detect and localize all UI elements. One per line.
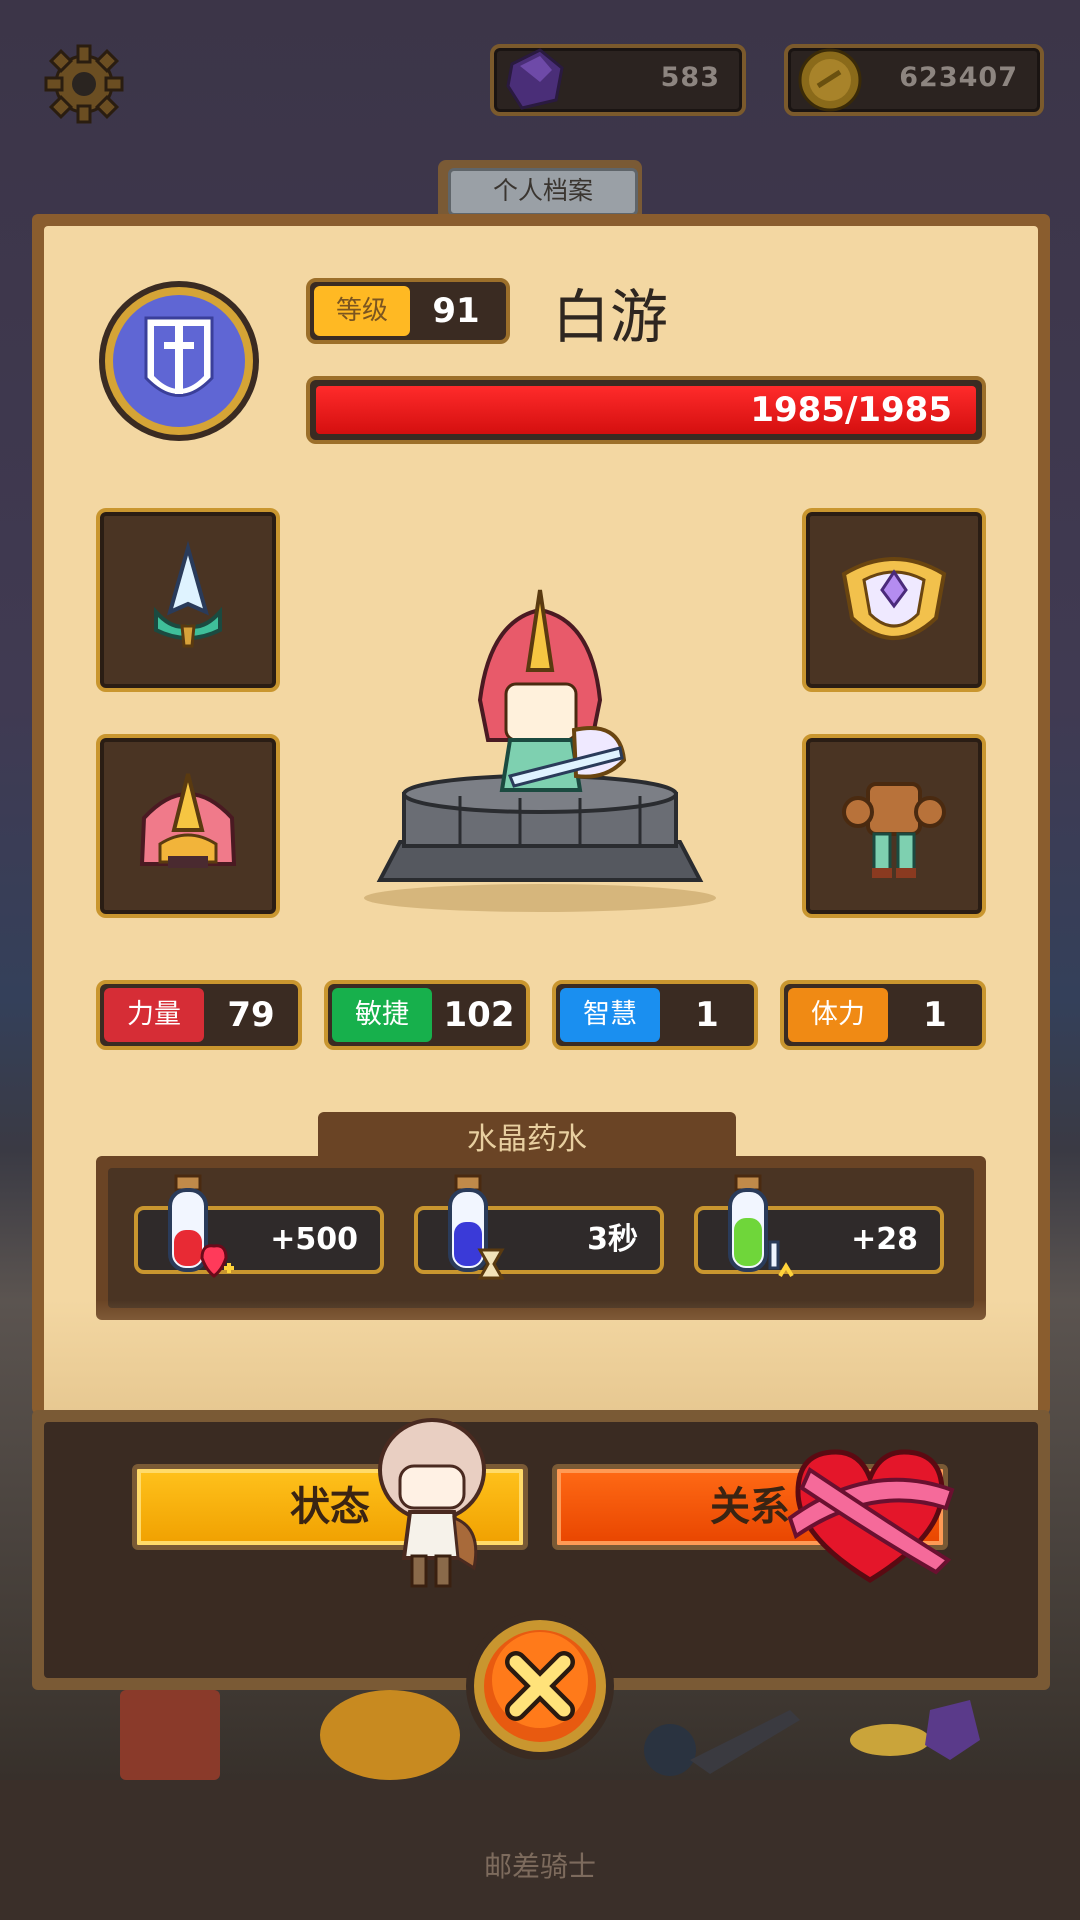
stat-strength: 力量 79	[96, 980, 302, 1050]
golden-shield-icon	[841, 557, 947, 640]
player-name: 白游	[552, 283, 669, 351]
profile-tab-label: 个人档案	[448, 168, 638, 216]
stat-label: 体力	[788, 988, 888, 1042]
game-title: 邮差骑士	[483, 1850, 596, 1883]
level-value: 91	[432, 291, 480, 331]
shield-slot[interactable]	[802, 508, 986, 692]
stat-wisdom: 智慧 1	[552, 980, 758, 1050]
heart-relationship-icon	[787, 1449, 955, 1583]
gold-coin-icon	[798, 48, 862, 112]
panel-bottom-fade	[44, 1300, 1038, 1420]
coin-count: 623407	[899, 62, 1018, 93]
time-potion-value: 3秒	[587, 1222, 638, 1257]
stat-label: 智慧	[560, 988, 660, 1042]
stat-agility: 敏捷 102	[324, 980, 530, 1050]
close-button-icon[interactable]	[464, 1610, 616, 1762]
stat-label: 敏捷	[332, 988, 432, 1042]
knight-class-emblem-icon	[99, 281, 259, 441]
chibi-character-icon	[378, 1418, 486, 1588]
hp-potion[interactable]: +500	[134, 1174, 384, 1278]
samurai-helmet-icon	[139, 773, 237, 868]
time-potion[interactable]: 3秒	[414, 1174, 664, 1280]
spear-tip-weapon-icon	[154, 540, 222, 648]
stat-label: 力量	[104, 988, 204, 1042]
attack-potion[interactable]: +28	[694, 1174, 944, 1278]
hp-potion-value: +500	[270, 1222, 358, 1257]
gem-counter[interactable]: 583	[490, 44, 746, 116]
blue-potion-hourglass-icon	[448, 1174, 505, 1280]
stat-value: 1	[923, 995, 947, 1035]
weapon-slot[interactable]	[96, 508, 280, 692]
armor-slot[interactable]	[802, 734, 986, 918]
hero-on-pedestal	[364, 589, 716, 912]
stat-stamina: 体力 1	[780, 980, 986, 1050]
hp-text: 1985/1985	[750, 390, 952, 430]
settings-gear-icon[interactable]	[42, 42, 126, 126]
leather-armor-icon	[842, 782, 946, 878]
green-potion-sword-icon	[728, 1174, 794, 1278]
helmet-slot[interactable]	[96, 734, 280, 918]
gem-count: 583	[660, 62, 720, 93]
red-potion-heart-icon	[168, 1174, 234, 1278]
coin-counter[interactable]: 623407	[784, 44, 1044, 116]
potion-section-title: 水晶药水	[467, 1122, 587, 1157]
stat-value: 1	[695, 995, 719, 1035]
stat-value: 102	[443, 995, 515, 1035]
stat-value: 79	[227, 995, 275, 1035]
level-label: 等级	[335, 296, 388, 326]
purple-gem-icon	[506, 48, 564, 110]
attack-potion-value: +28	[851, 1222, 918, 1257]
